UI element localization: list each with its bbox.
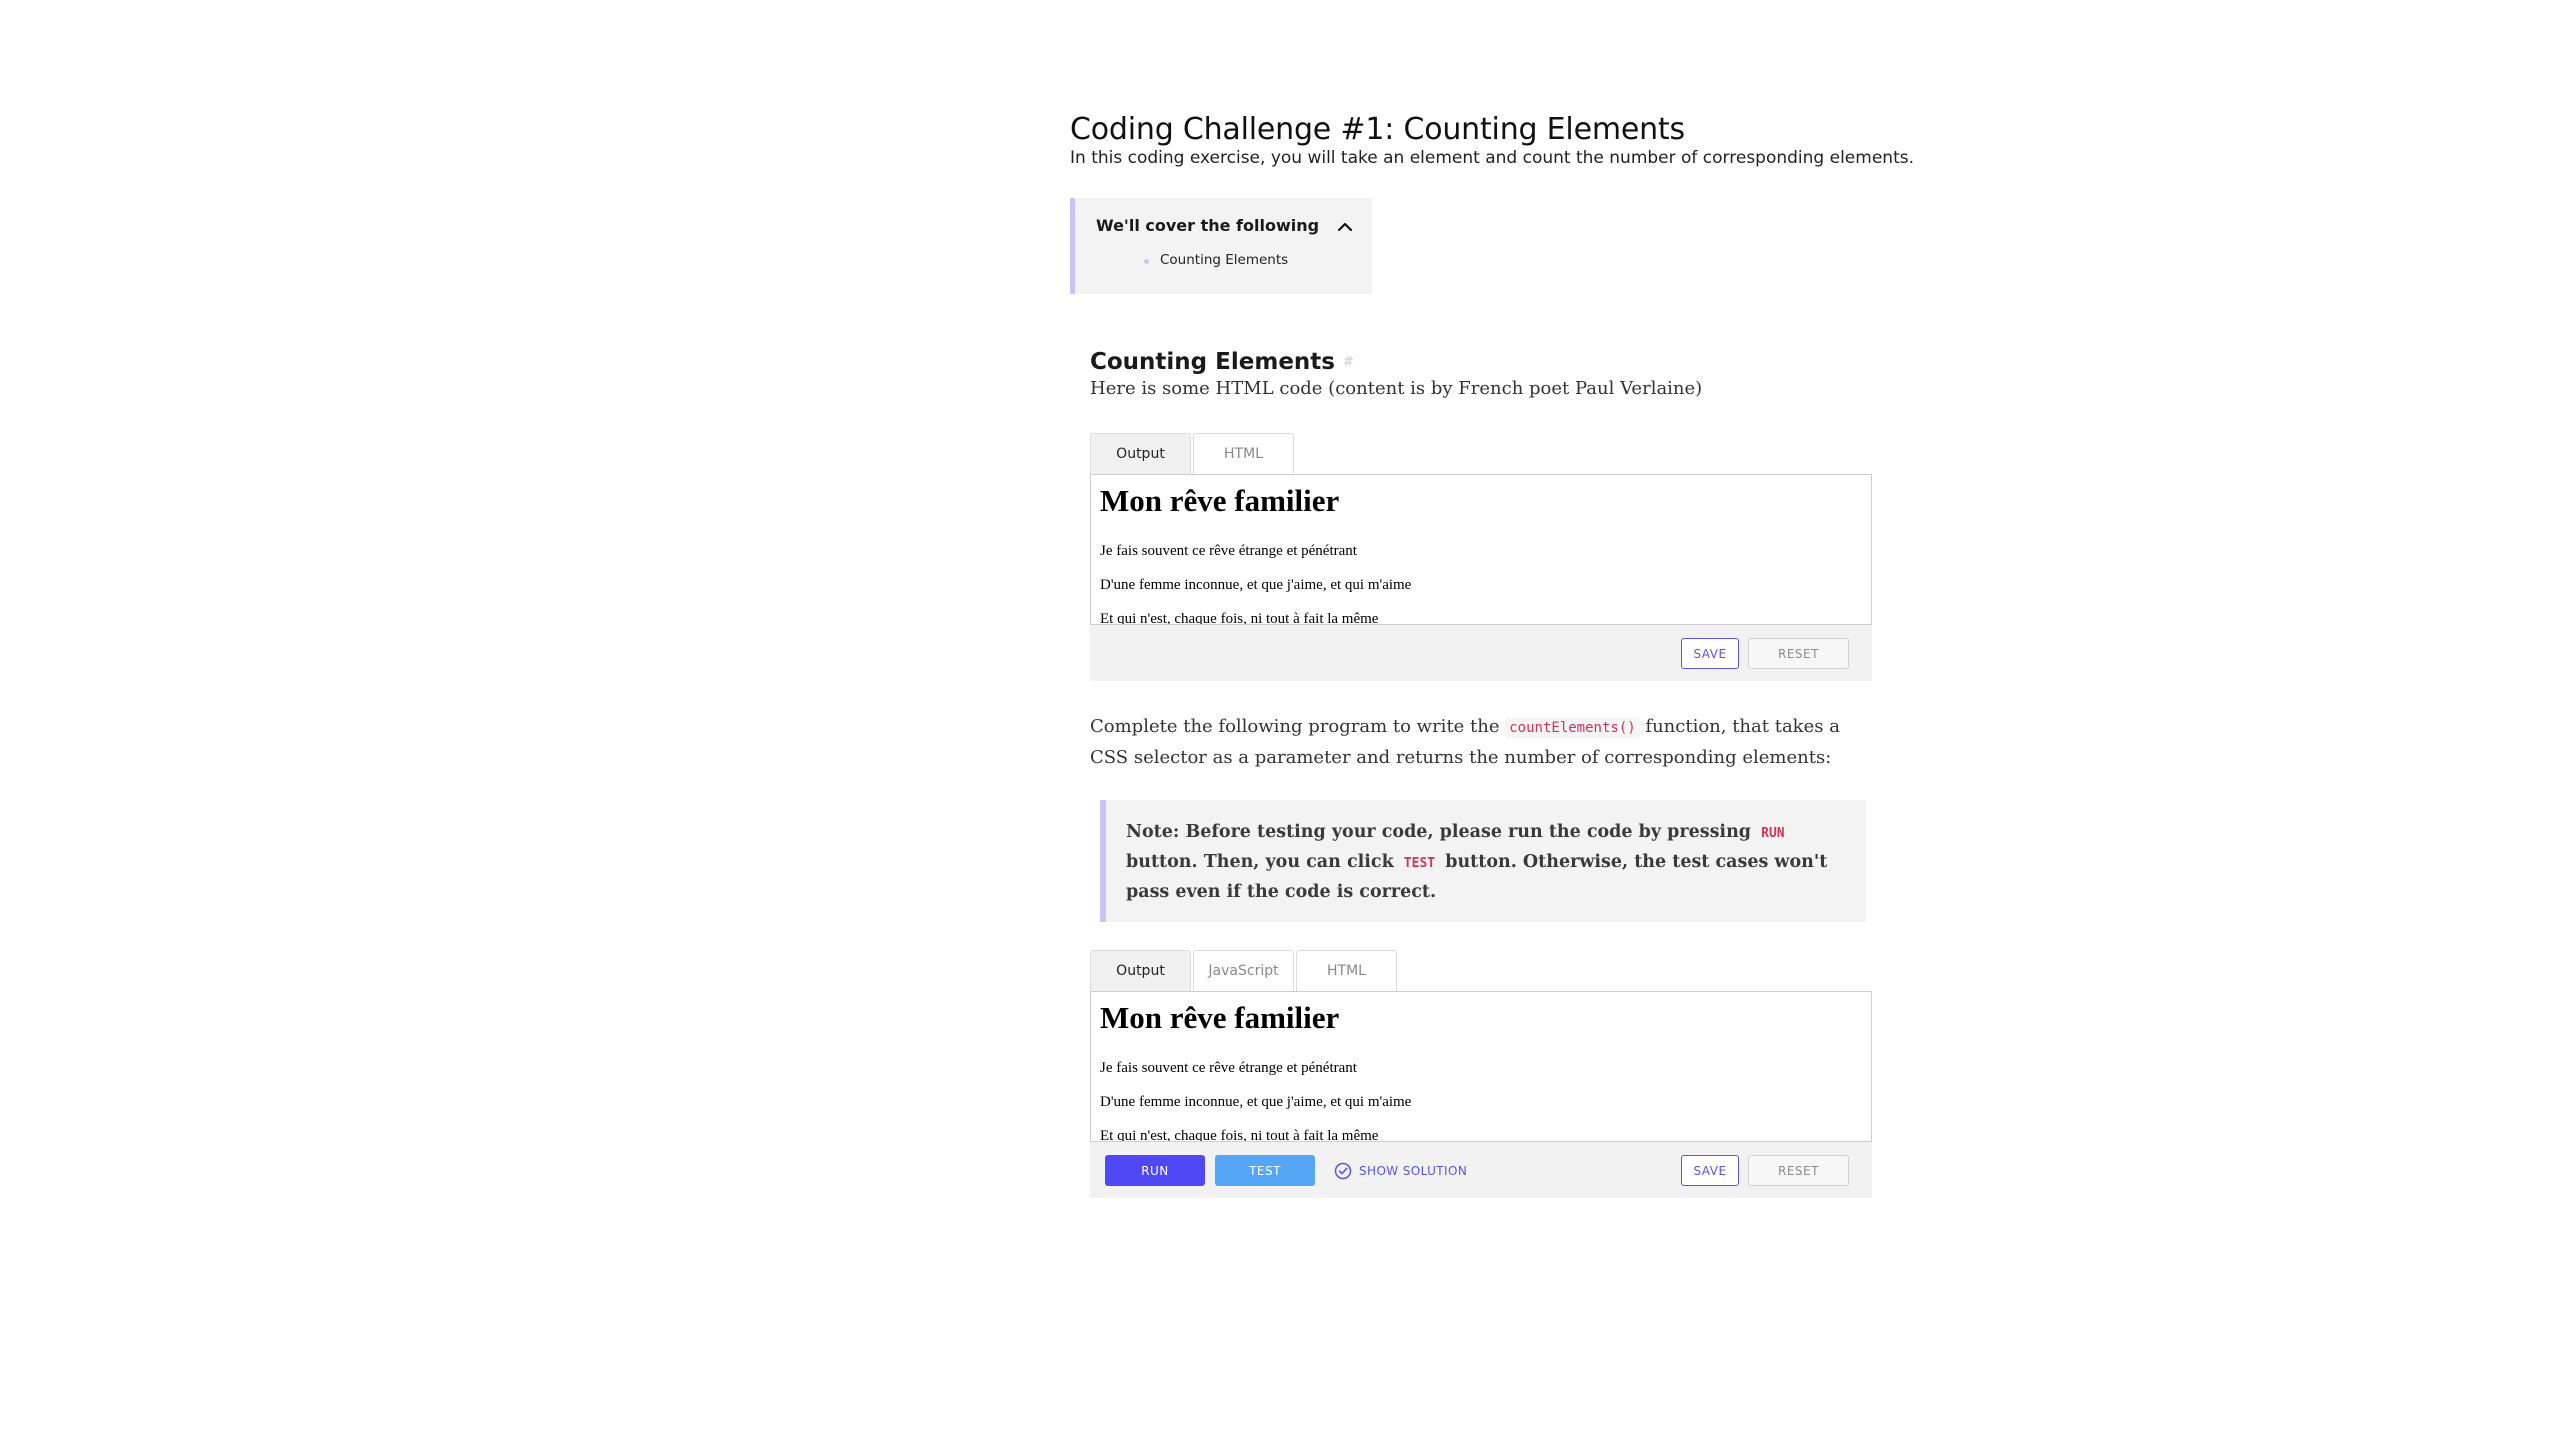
section-intro: Here is some HTML code (content is by Fr… xyxy=(1090,378,1703,399)
poem-line: Je fais souvent ce rêve étrange et pénét… xyxy=(1100,543,1357,559)
save-button[interactable]: SAVE xyxy=(1681,638,1739,669)
page-title: Coding Challenge #1: Counting Elements xyxy=(1070,112,1685,148)
cover-summary-box: We'll cover the following Counting Eleme… xyxy=(1070,198,1372,294)
tab-html[interactable]: HTML xyxy=(1296,950,1397,991)
poem-line: Et qui n'est, chaque fois, ni tout à fai… xyxy=(1100,1128,1379,1142)
inline-code-test: TEST xyxy=(1403,856,1436,871)
widget-toolbar: SAVE RESET xyxy=(1090,625,1872,681)
output-frame: Mon rêve familier Je fais souvent ce rêv… xyxy=(1090,991,1872,1142)
output-frame: Mon rêve familier Je fais souvent ce rêv… xyxy=(1090,474,1872,625)
reset-button[interactable]: RESET xyxy=(1748,1155,1849,1186)
poem-title: Mon rêve familier xyxy=(1100,483,1340,518)
poem-line: Je fais souvent ce rêve étrange et pénét… xyxy=(1100,1060,1357,1076)
inline-code-run: RUN xyxy=(1761,826,1785,841)
note-text-part: Note: Before testing your code, please r… xyxy=(1126,822,1758,842)
chevron-up-icon xyxy=(1337,222,1353,232)
run-button[interactable]: RUN xyxy=(1105,1155,1205,1186)
show-solution-button[interactable]: SHOW SOLUTION xyxy=(1334,1155,1467,1186)
page-subtitle: In this coding exercise, you will take a… xyxy=(1070,148,1914,168)
note-text-part: button. Then, you can click xyxy=(1126,852,1400,872)
collapse-toggle[interactable] xyxy=(1333,216,1357,236)
test-button[interactable]: TEST xyxy=(1215,1155,1315,1186)
check-circle-icon xyxy=(1334,1162,1352,1179)
reset-button[interactable]: RESET xyxy=(1748,638,1849,669)
tab-html[interactable]: HTML xyxy=(1193,433,1294,474)
poem-title: Mon rêve familier xyxy=(1100,1000,1340,1035)
tab-output[interactable]: Output xyxy=(1090,950,1191,991)
poem-line: Et qui n'est, chaque fois, ni tout à fai… xyxy=(1100,611,1379,625)
inline-code: countElements() xyxy=(1505,718,1640,738)
poem-line: D'une femme inconnue, et que j'aime, et … xyxy=(1100,1094,1412,1110)
show-solution-label: SHOW SOLUTION xyxy=(1359,1163,1468,1178)
tab-output[interactable]: Output xyxy=(1090,433,1191,474)
code-widget-challenge: Output JavaScript HTML Mon rêve familier… xyxy=(1090,950,1872,1200)
code-widget-preview: Output HTML Mon rêve familier Je fais so… xyxy=(1090,433,1872,683)
poem-line: D'une femme inconnue, et que j'aime, et … xyxy=(1100,577,1412,593)
section-heading: Counting Elements # xyxy=(1090,349,1354,375)
challenge-description: Complete the following program to write … xyxy=(1090,712,1880,773)
cover-title: We'll cover the following xyxy=(1096,216,1320,235)
anchor-icon[interactable]: # xyxy=(1343,355,1354,370)
save-button[interactable]: SAVE xyxy=(1681,1155,1739,1186)
note-text: Note: Before testing your code, please r… xyxy=(1126,818,1856,907)
description-text: Complete the following program to write … xyxy=(1090,716,1506,737)
section-heading-text: Counting Elements xyxy=(1090,349,1335,376)
widget-toolbar: RUN TEST SHOW SOLUTION SAVE RESET xyxy=(1090,1142,1872,1198)
cover-item-counting-elements[interactable]: Counting Elements xyxy=(1143,252,1288,268)
tab-javascript[interactable]: JavaScript xyxy=(1193,950,1294,991)
note-callout: Note: Before testing your code, please r… xyxy=(1100,800,1866,922)
